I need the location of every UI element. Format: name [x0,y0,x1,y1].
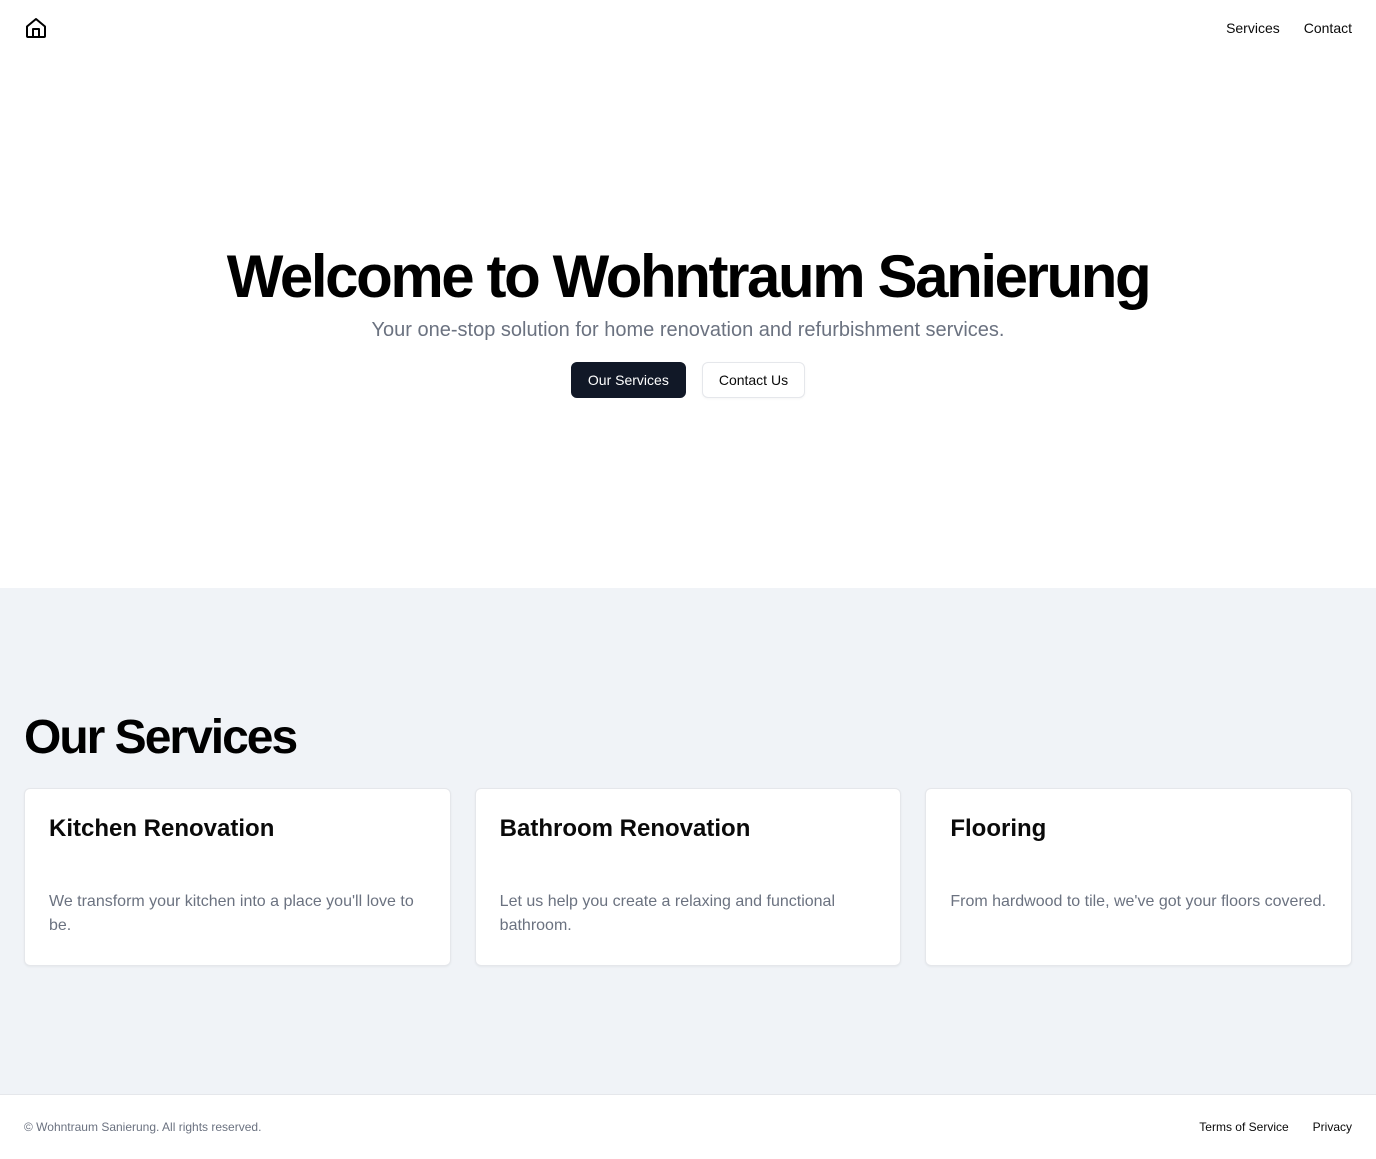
services-card-list: Kitchen Renovation We transform your kit… [24,788,1353,966]
service-card-title: Kitchen Renovation [49,815,275,842]
site-header: Services Contact [0,0,1376,56]
site-footer: © Wohntraum Sanierung. All rights reserv… [0,1094,1376,1159]
service-card-description: We transform your kitchen into a place y… [49,892,414,934]
hero-title: Welcome to Wohntraum Sanierung [226,243,1152,310]
service-card-title: Bathroom Renovation [499,815,751,842]
footer-nav: Terms of Service Privacy [1199,1120,1352,1134]
hero-subtitle: Your one-stop solution for home renovati… [371,319,1005,341]
contact-us-button[interactable]: Contact Us [701,362,806,398]
home-icon[interactable] [24,16,48,40]
hero-button-group: Our Services Contact Us [570,362,806,398]
footer-link-privacy[interactable]: Privacy [1313,1120,1352,1134]
services-title: Our Services [24,711,298,764]
main-nav: Services Contact [1226,20,1352,36]
service-card-description: Let us help you create a relaxing and fu… [499,892,836,934]
services-section: Our Services Kitchen Renovation We trans… [0,588,1376,1094]
service-card-flooring: Flooring From hardwood to tile, we've go… [925,788,1353,966]
our-services-button[interactable]: Our Services [570,362,686,398]
nav-link-services[interactable]: Services [1226,20,1280,36]
hero-section: Welcome to Wohntraum Sanierung Your one-… [0,56,1376,588]
copyright-text: © Wohntraum Sanierung. All rights reserv… [24,1120,262,1134]
service-card-description: From hardwood to tile, we've got your fl… [950,892,1327,910]
footer-link-terms[interactable]: Terms of Service [1199,1120,1288,1134]
service-card-bathroom: Bathroom Renovation Let us help you crea… [474,788,902,966]
service-card-title: Flooring [950,815,1047,842]
home-logo-link[interactable] [24,16,48,40]
nav-link-contact[interactable]: Contact [1304,20,1352,36]
service-card-kitchen: Kitchen Renovation We transform your kit… [24,788,451,966]
